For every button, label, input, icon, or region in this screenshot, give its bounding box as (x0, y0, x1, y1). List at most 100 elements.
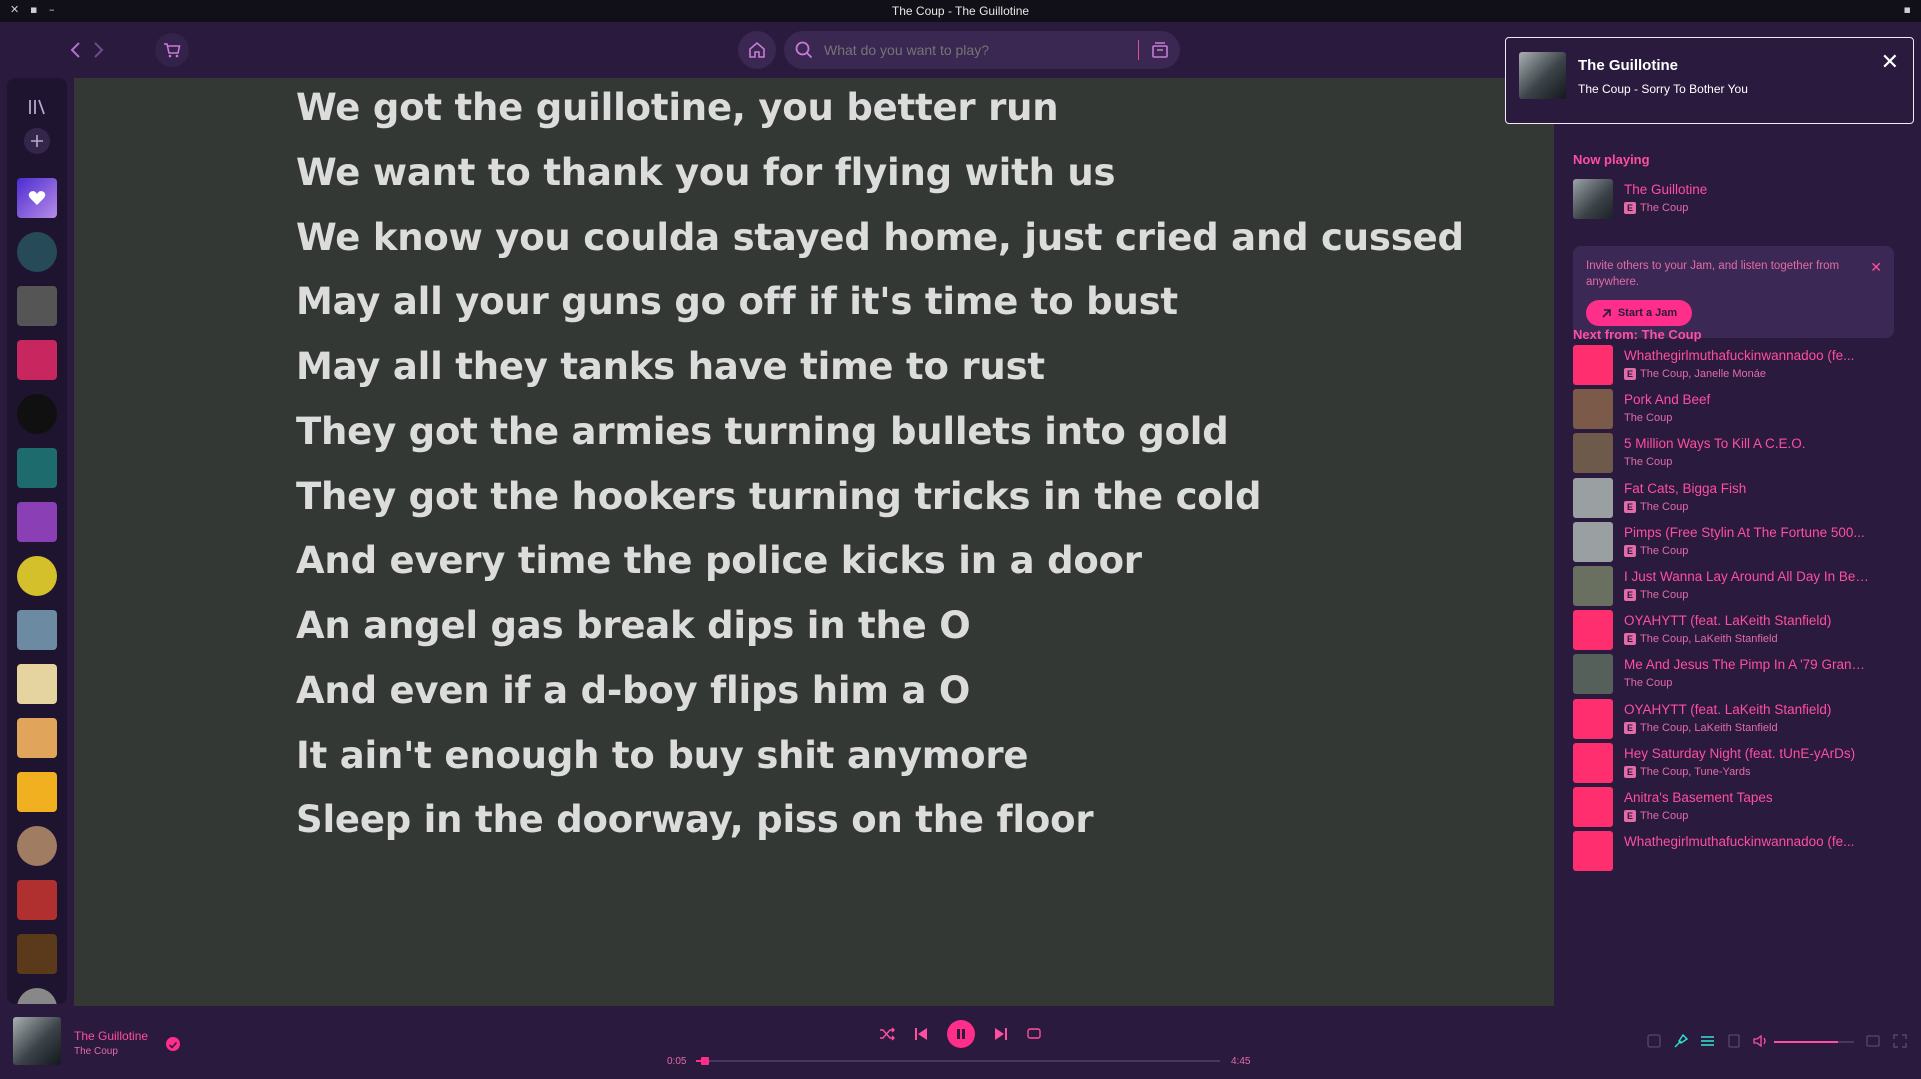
connect-device-icon[interactable] (1725, 1032, 1743, 1050)
library-item-playlist-12[interactable] (17, 772, 57, 812)
fullscreen-icon[interactable] (1891, 1032, 1909, 1050)
library-item-playlist-4[interactable] (17, 340, 57, 380)
now-playing-view-icon[interactable] (1645, 1032, 1663, 1050)
artist-text: The Coup (1640, 810, 1689, 822)
queue-track-title[interactable]: Pimps (Free Stylin At The Fortune 500... (1624, 525, 1869, 540)
lyrics-icon[interactable] (1671, 1032, 1689, 1050)
library-item-liked-songs[interactable] (17, 178, 57, 218)
queue-track-title[interactable]: 5 Million Ways To Kill A C.E.O. (1624, 436, 1869, 451)
lyric-line[interactable]: And every time the police kicks in a doo… (296, 539, 1142, 582)
lyric-line[interactable]: We know you coulda stayed home, just cri… (296, 216, 1464, 259)
artist-text: The Coup (1640, 500, 1689, 513)
library-item-sub-low[interactable] (17, 286, 57, 326)
queue-track[interactable]: Pimps (Free Stylin At The Fortune 500...… (1573, 521, 1893, 566)
lyric-line[interactable]: They got the armies turning bullets into… (296, 410, 1229, 453)
queue-track-title[interactable]: Pork And Beef (1624, 392, 1869, 407)
now-playing-notification[interactable]: The Guillotine The Coup - Sorry To Bothe… (1505, 37, 1914, 124)
explicit-badge: E (1624, 202, 1636, 214)
player-track-title[interactable]: The Guillotine (74, 1029, 148, 1043)
queue-track-title[interactable]: Anitra's Basement Tapes (1624, 790, 1869, 805)
queue-track-title[interactable]: Whathegirlmuthafuckinwannadoo (fe... (1624, 834, 1869, 849)
queue-track[interactable]: Pork And Beef The Coup (1573, 389, 1893, 433)
queue-track[interactable]: Anitra's Basement Tapes E The Coup (1573, 787, 1893, 831)
notification-album-art (1519, 52, 1566, 99)
seek-handle[interactable] (701, 1057, 710, 1065)
shuffle-icon[interactable] (877, 1024, 897, 1044)
library-item-playlist-14[interactable] (17, 880, 57, 920)
next-icon[interactable] (991, 1024, 1011, 1044)
heart-icon (28, 191, 46, 205)
jam-icon (1602, 308, 1611, 318)
queue-track[interactable]: Fat Cats, Bigga Fish E The Coup (1573, 477, 1893, 522)
queue-track[interactable]: Me And Jesus The Pimp In A '79 Grana... T… (1573, 654, 1893, 698)
library-item-playlist-16[interactable] (17, 988, 57, 1004)
home-button[interactable] (738, 31, 776, 69)
mini-player-icon[interactable] (1864, 1032, 1882, 1050)
explicit-badge: E (1624, 810, 1636, 822)
lyric-line[interactable]: An angel gas break dips in the O (296, 604, 971, 647)
repeat-icon[interactable] (1024, 1024, 1044, 1044)
queue-track-title[interactable]: I Just Wanna Lay Around All Day In Bed..… (1624, 569, 1869, 584)
queue-icon[interactable] (1698, 1032, 1716, 1050)
start-jam-button[interactable]: Start a Jam (1586, 300, 1692, 326)
library-icon[interactable] (23, 93, 51, 121)
pause-button[interactable] (947, 1020, 975, 1048)
queue-track-title[interactable]: Whathegirlmuthafuckinwannadoo (fe... (1624, 348, 1869, 363)
album-art (1573, 477, 1613, 518)
seek-bar[interactable] (696, 1057, 1220, 1065)
elapsed-time: 0:05 (667, 1056, 687, 1067)
lyrics-view[interactable]: We got the guillotine, you better run We… (74, 78, 1554, 1006)
library-item-playlist-9[interactable] (17, 610, 57, 650)
library-item-this-is[interactable] (17, 718, 57, 758)
close-notification-icon[interactable]: ✕ (1881, 50, 1899, 75)
queue-track[interactable]: OYAHYTT (feat. LaKeith Stanfield) E The Co… (1573, 610, 1893, 654)
queue-track[interactable]: Whathegirlmuthafuckinwannadoo (fe... (1573, 831, 1893, 875)
lyric-line[interactable]: May all your guns go off if it's time to… (296, 280, 1178, 323)
library-item-playlist-2[interactable] (17, 232, 57, 272)
library-item-playlist-6[interactable] (17, 448, 57, 488)
queue-track-title[interactable]: Hey Saturday Night (feat. tUnE-yArDs) (1624, 746, 1869, 761)
queue-track-title[interactable]: Fat Cats, Bigga Fish (1624, 481, 1869, 496)
library-item-playlist-8[interactable] (17, 556, 57, 596)
previous-icon[interactable] (911, 1024, 931, 1044)
volume-slider[interactable] (1774, 1041, 1854, 1043)
library-item-playlist-15[interactable] (17, 934, 57, 974)
close-window-icon[interactable]: ✕ (10, 3, 19, 16)
queue-track-title[interactable]: Me And Jesus The Pimp In A '79 Grana... (1624, 657, 1869, 672)
maximize-window-icon[interactable]: ▪ (30, 3, 37, 16)
queue-track[interactable]: Hey Saturday Night (feat. tUnE-yArDs) E Th… (1573, 742, 1893, 787)
volume-icon[interactable] (1752, 1032, 1770, 1050)
lyric-line[interactable]: May all they tanks have time to rust (296, 345, 1045, 388)
window-menu-icon[interactable]: ▪ (1904, 3, 1911, 16)
minimize-window-icon[interactable]: – (49, 3, 55, 16)
queue-track[interactable]: I Just Wanna Lay Around All Day In Bed..… (1573, 566, 1893, 610)
lyric-line[interactable]: They got the hookers turning tricks in t… (296, 475, 1261, 518)
player-track-artist[interactable]: The Coup (74, 1046, 118, 1057)
queue-track[interactable]: OYAHYTT (feat. LaKeith Stanfield) E The Co… (1573, 698, 1893, 743)
lyric-line[interactable]: It ain't enough to buy shit anymore (296, 734, 1028, 777)
lyric-line[interactable]: We got the guillotine, you better run (296, 86, 1059, 129)
queue-track-artist: E The Coup, LaKeith Stanfield (1624, 633, 1778, 646)
lyric-line[interactable]: We want to thank you for flying with us (296, 151, 1116, 194)
now-playing-title[interactable]: The Guillotine (1624, 182, 1869, 197)
browse-icon[interactable] (1151, 41, 1169, 59)
library-item-playlist-10[interactable] (17, 664, 57, 704)
search-input[interactable] (824, 42, 1124, 58)
queue-track[interactable]: Whathegirlmuthafuckinwannadoo (fe... E The… (1573, 345, 1893, 389)
cart-button[interactable] (155, 33, 189, 67)
forward-arrow-icon[interactable] (84, 36, 112, 64)
queue-track-title[interactable]: OYAHYTT (feat. LaKeith Stanfield) (1624, 702, 1869, 717)
queue-track[interactable]: 5 Million Ways To Kill A C.E.O. The Coup (1573, 433, 1893, 477)
library-item-playlist-7[interactable] (17, 502, 57, 542)
close-icon[interactable]: ✕ (1870, 260, 1882, 276)
create-plus-button[interactable] (24, 128, 50, 154)
search-bar[interactable] (784, 31, 1180, 69)
lyric-line[interactable]: Sleep in the doorway, piss on the floor (296, 798, 1094, 841)
queue-track-title[interactable]: OYAHYTT (feat. LaKeith Stanfield) (1624, 613, 1869, 628)
library-item-playlist-5[interactable] (17, 394, 57, 434)
library-item-playlist-13[interactable] (17, 826, 57, 866)
lyric-line[interactable]: And even if a d-boy flips him a O (296, 669, 970, 712)
saved-check-icon[interactable] (166, 1037, 180, 1051)
player-album-art[interactable] (13, 1017, 61, 1065)
now-playing-track[interactable]: The Guillotine E The Coup (1573, 179, 1893, 223)
